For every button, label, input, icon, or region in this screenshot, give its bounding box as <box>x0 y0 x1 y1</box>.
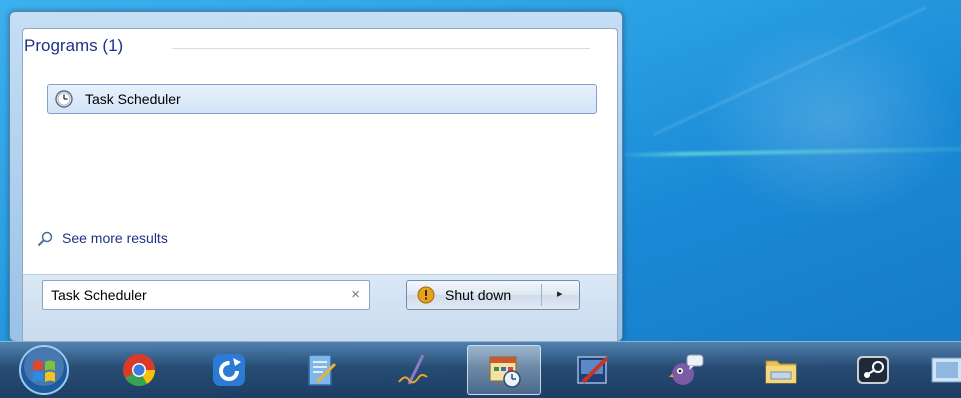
programs-group-title: Programs (1) <box>24 36 124 55</box>
group-divider <box>172 48 590 49</box>
folder-icon <box>765 360 797 384</box>
app-icon <box>931 357 961 383</box>
taskbar-item-paint-app[interactable] <box>562 345 624 395</box>
clear-search-icon[interactable]: × <box>351 286 360 303</box>
see-more-results-label: See more results <box>62 230 168 246</box>
steam-icon <box>857 356 889 384</box>
start-search-box[interactable]: × <box>42 280 370 310</box>
taskbar-item-signature-app[interactable] <box>382 345 444 395</box>
search-result-task-scheduler[interactable]: Task Scheduler <box>47 84 597 114</box>
taskbar-item-file-explorer[interactable] <box>750 345 812 395</box>
shutdown-label: Shut down <box>445 287 512 303</box>
notepad-icon <box>308 354 337 386</box>
pen-signature-icon <box>398 354 428 385</box>
magnifier-icon <box>37 231 53 247</box>
taskbar-item-task-scheduler[interactable] <box>467 345 541 395</box>
task-scheduler-icon <box>489 356 521 388</box>
search-input[interactable] <box>51 285 341 305</box>
taskbar <box>0 341 961 398</box>
shutdown-options-arrow[interactable]: ▸ <box>542 281 579 309</box>
shutdown-button-group: Shut down ▸ <box>406 280 580 310</box>
taskbar-item-notepad[interactable] <box>290 345 352 395</box>
shutdown-button[interactable]: Shut down <box>407 281 541 309</box>
pidgin-icon <box>669 354 704 385</box>
taskbar-item-pidgin[interactable] <box>656 345 718 395</box>
taskbar-item-update-app[interactable] <box>198 345 260 395</box>
windows-start-icon[interactable] <box>18 344 70 396</box>
uac-shield-icon <box>417 286 435 304</box>
taskbar-item-partial[interactable] <box>926 345 961 395</box>
chevron-right-icon: ▸ <box>557 288 563 300</box>
circular-arrow-icon <box>213 354 245 386</box>
search-result-label: Task Scheduler <box>85 91 181 107</box>
taskbar-item-steam[interactable] <box>842 345 904 395</box>
clock-icon <box>55 90 73 108</box>
chrome-icon <box>123 354 156 387</box>
paint-brush-icon <box>577 356 609 384</box>
taskbar-item-chrome[interactable] <box>108 345 170 395</box>
